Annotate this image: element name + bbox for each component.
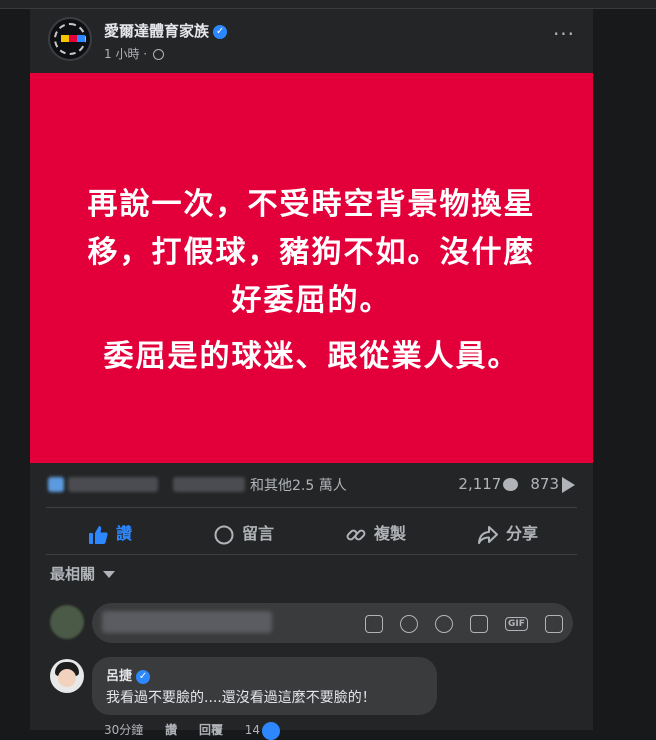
current-user-avatar[interactable] bbox=[50, 605, 84, 639]
copy-button[interactable]: 複製 bbox=[346, 514, 406, 554]
camera-icon[interactable] bbox=[469, 614, 488, 633]
page-name-row[interactable]: 愛爾達體育家族 ✓ bbox=[104, 20, 228, 41]
comment-placeholder-blurred bbox=[102, 611, 272, 633]
emoji-bubble-icon[interactable] bbox=[399, 614, 418, 633]
copy-label: 複製 bbox=[374, 524, 407, 543]
verified-badge-icon: ✓ bbox=[136, 669, 151, 684]
gif-icon[interactable]: GIF bbox=[505, 616, 528, 631]
action-bar: 讚 留言 複製 分享 bbox=[46, 514, 577, 554]
caret-down-icon bbox=[103, 571, 116, 578]
comment-icon bbox=[214, 525, 234, 544]
post-meta: 1 小時 · bbox=[104, 45, 164, 62]
share-button[interactable]: 分享 bbox=[478, 514, 538, 554]
sort-label: 最相關 bbox=[50, 565, 96, 583]
engagement-counts: 2,117 873 bbox=[458, 475, 575, 493]
avatar-sticker-icon[interactable] bbox=[364, 614, 383, 633]
page-avatar[interactable] bbox=[48, 17, 92, 61]
comment-button[interactable]: 留言 bbox=[214, 514, 274, 554]
commenter-avatar[interactable] bbox=[50, 659, 84, 693]
reaction-names-blurred-2[interactable] bbox=[173, 477, 245, 492]
image-text-line-2: 移，打假球，豬狗不如。沒什麼 bbox=[87, 235, 536, 270]
share-icon bbox=[478, 525, 498, 544]
thumbs-up-icon bbox=[89, 525, 108, 544]
comment-bubble-icon bbox=[503, 478, 519, 491]
comment-input[interactable]: GIF bbox=[92, 603, 573, 643]
page-name[interactable]: 愛爾達體育家族 bbox=[104, 22, 209, 40]
logo-block-blue bbox=[77, 35, 85, 42]
divider bbox=[46, 507, 577, 508]
share-arrow-icon bbox=[562, 476, 575, 493]
comment-bubble: 呂捷 ✓ 我看過不要臉的....還沒看過這麼不要臉的！ bbox=[92, 657, 437, 715]
share-label: 分享 bbox=[506, 524, 539, 543]
comment-author-row[interactable]: 呂捷 ✓ bbox=[106, 665, 151, 684]
public-globe-icon bbox=[152, 49, 164, 60]
comment-time[interactable]: 30分鐘 bbox=[104, 723, 143, 737]
image-text-line-1: 再說一次，不受時空背景物換星 bbox=[87, 187, 536, 222]
post-card: 愛爾達體育家族 ✓ 1 小時 · ··· 再說一次，不受時空背景物換星 移，打假球… bbox=[30, 9, 593, 740]
reaction-names-blurred[interactable] bbox=[68, 477, 158, 492]
comment-count[interactable]: 2,117 bbox=[458, 475, 501, 493]
comment-reply-button[interactable]: 回覆 bbox=[199, 723, 223, 737]
image-text-line-4: 委屈是的球迷、跟從業人員。 bbox=[103, 339, 520, 374]
sticker-icon[interactable] bbox=[545, 614, 563, 633]
reaction-others-text[interactable]: 和其他2.5 萬人 bbox=[250, 475, 347, 495]
reaction-icons-blurred[interactable] bbox=[48, 477, 64, 492]
comment-label: 留言 bbox=[242, 524, 275, 543]
post-header: 愛爾達體育家族 ✓ 1 小時 · ··· bbox=[48, 17, 581, 69]
avatar-face bbox=[58, 669, 76, 687]
verified-badge-icon: ✓ bbox=[213, 24, 228, 39]
comment-sort-dropdown[interactable]: 最相關 bbox=[50, 563, 116, 584]
more-options-button[interactable]: ··· bbox=[551, 24, 577, 47]
logo-block-yellow bbox=[61, 35, 69, 42]
divider-2 bbox=[46, 554, 577, 555]
composer-tools: GIF bbox=[353, 613, 563, 633]
like-badge-icon bbox=[262, 721, 281, 740]
share-count[interactable]: 873 bbox=[530, 475, 559, 493]
comment-like-count[interactable]: 14 bbox=[245, 723, 260, 737]
meta-separator: · bbox=[143, 47, 148, 61]
comment-footer: 30分鐘 讚 回覆 14 bbox=[104, 721, 298, 740]
reactions-bar: 和其他2.5 萬人 2,117 873 bbox=[48, 473, 575, 497]
top-bar bbox=[0, 0, 656, 9]
emoji-icon[interactable] bbox=[434, 614, 453, 633]
post-time[interactable]: 1 小時 bbox=[104, 47, 139, 61]
like-label: 讚 bbox=[116, 524, 133, 543]
comment-like-button[interactable]: 讚 bbox=[165, 723, 177, 737]
comment-author[interactable]: 呂捷 bbox=[106, 669, 132, 684]
image-text-line-3: 好委屈的。 bbox=[231, 283, 392, 318]
comment-text: 我看過不要臉的....還沒看過這麼不要臉的！ bbox=[106, 690, 376, 706]
post-image[interactable]: 再說一次，不受時空背景物換星 移，打假球，豬狗不如。沒什麼 好委屈的。 委屈是的… bbox=[30, 73, 593, 463]
link-icon bbox=[346, 529, 366, 540]
like-button[interactable]: 讚 bbox=[88, 514, 132, 554]
logo-block-red bbox=[69, 35, 77, 42]
